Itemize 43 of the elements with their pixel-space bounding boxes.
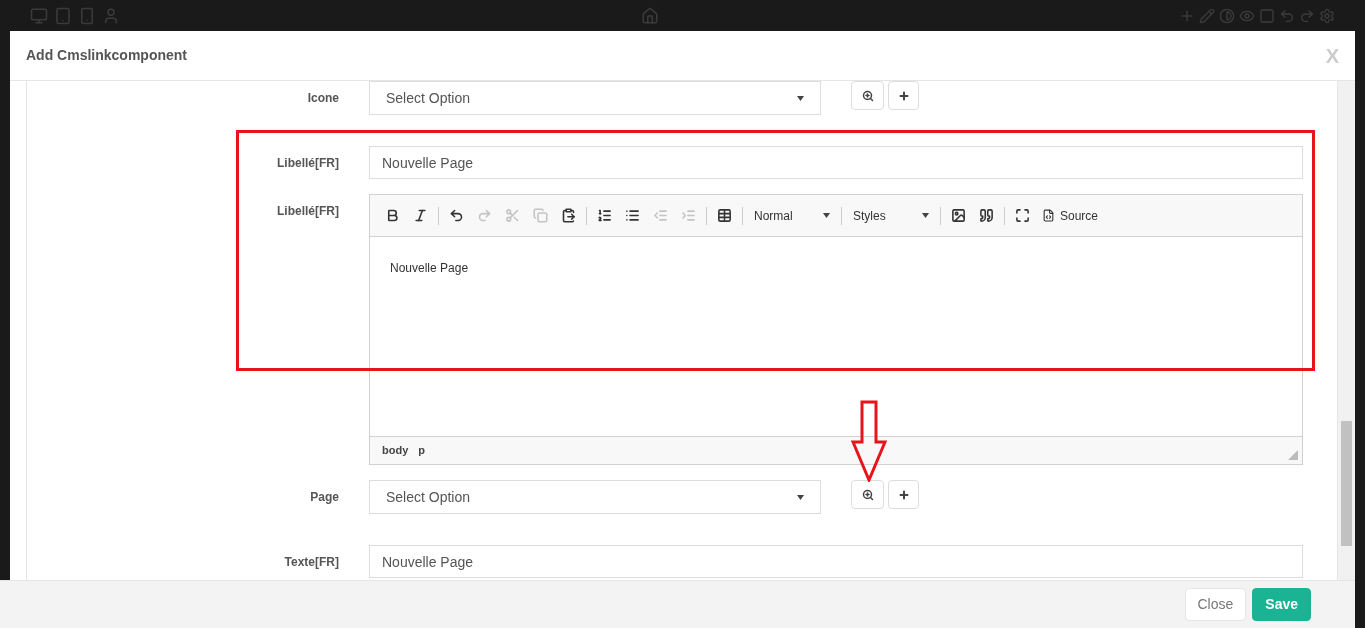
plus-icon [897,488,910,501]
field-label: Texte[FR] [284,554,339,571]
code-file-icon [1042,209,1055,222]
text-input[interactable]: Nouvelle Page [369,545,1303,578]
text-input[interactable]: Nouvelle Page [369,146,1303,179]
field-label: Libellé[FR] [277,203,339,220]
user-icon[interactable] [102,6,120,25]
toolbar-icon[interactable] [1279,7,1295,24]
search-button[interactable] [851,81,884,110]
source-button[interactable]: Source [1038,203,1103,228]
toolbar-icon[interactable] [1219,7,1235,24]
styles-dropdown[interactable]: Styles [847,203,935,228]
editor-paragraph: Nouvelle Page [390,260,470,277]
search-button[interactable] [851,480,884,509]
caret-icon [797,494,804,500]
field-label: Libellé[FR] [277,155,339,172]
phone-icon[interactable] [78,6,96,25]
toolbar-icon[interactable] [1199,7,1215,24]
desktop-icon[interactable] [30,6,48,25]
add-button[interactable] [888,480,919,509]
cancel-button[interactable]: Close [1184,588,1247,621]
select-dropdown[interactable]: Select Option [369,480,821,514]
resize-handle-icon[interactable] [1288,450,1298,460]
zoom-in-icon [861,89,874,102]
caret-icon [922,213,929,218]
field-label: Page [310,489,339,506]
caret-icon [823,213,830,218]
modal-title: Add Cmslinkcomponent [26,46,187,65]
toolbar-icon[interactable] [1299,7,1315,24]
scrollbar[interactable] [1338,81,1355,580]
add-button[interactable] [888,81,919,110]
element-path-item[interactable]: body [382,442,409,459]
toolbar-icon[interactable] [1319,7,1335,24]
zoom-in-icon [861,488,874,501]
element-path-item[interactable]: p [418,442,425,459]
caret-icon [797,95,804,101]
select-dropdown[interactable]: Select Option [369,81,821,115]
field-label: Icone [307,90,339,107]
toolbar-icon[interactable] [1259,7,1275,24]
tablet-icon[interactable] [54,6,72,25]
home-icon[interactable] [640,6,659,25]
plus-icon [897,89,910,102]
format-dropdown[interactable]: Normal [748,203,836,228]
